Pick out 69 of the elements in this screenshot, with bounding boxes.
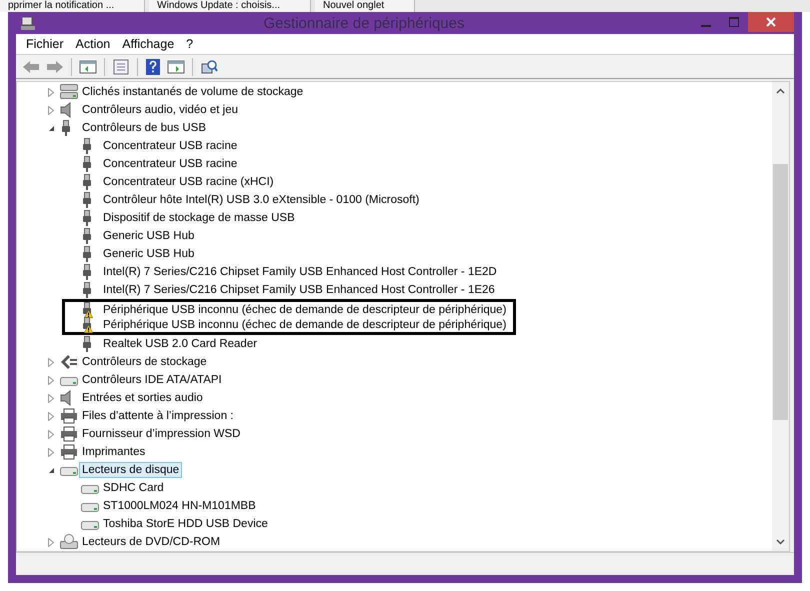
menu-item[interactable]: Affichage: [116, 37, 180, 51]
tree-item[interactable]: Contrôleurs IDE ATA/ATAPI: [79, 372, 225, 388]
device-item[interactable]: Concentrateur USB racine: [100, 156, 240, 172]
drive-icon: [60, 374, 78, 386]
printer-icon: [60, 408, 78, 424]
usb-plug-icon: [81, 336, 93, 352]
browser-tab[interactable]: Nouvel onglet: [315, 0, 416, 12]
menu-item[interactable]: Action: [70, 37, 116, 51]
usb-plug-icon: [81, 192, 93, 208]
device-item[interactable]: ST1000LM024 HN-M101MBB: [100, 498, 259, 514]
computer-icon: [20, 15, 36, 31]
device-item[interactable]: Périphérique USB inconnu (échec de demande de descripteur de périphérique): [100, 316, 510, 332]
device-item[interactable]: Generic USB Hub: [100, 228, 198, 244]
usb-plug-icon: [81, 264, 93, 280]
browser-tab[interactable]: pprimer la notification ...: [0, 0, 146, 12]
tree-item[interactable]: Contrôleurs audio, vidéo et jeu: [79, 102, 241, 118]
printer-icon: [60, 426, 78, 442]
help-icon[interactable]: [143, 56, 163, 76]
device-item[interactable]: Périphérique USB inconnu (échec de demande de descripteur de périphérique): [100, 302, 510, 318]
device-item[interactable]: Concentrateur USB racine (xHCI): [100, 174, 277, 190]
scrollbar-thumb[interactable]: [773, 164, 788, 420]
device-item[interactable]: Toshiba StorE HDD USB Device: [100, 516, 271, 532]
device-item[interactable]: Intel(R) 7 Series/C216 Chipset Family USB Enhanced Host Controller - 1E26: [100, 282, 498, 298]
tree-item[interactable]: Clichés instantanés de volume de stockage: [79, 84, 306, 100]
tree-item[interactable]: Lecteurs de disque: [79, 462, 182, 478]
scroll-down-icon[interactable]: [776, 539, 785, 545]
drive-icon: [81, 518, 99, 530]
usb-plug-icon: [60, 120, 72, 136]
warning-icon: [84, 310, 93, 318]
device-item[interactable]: Realtek USB 2.0 Card Reader: [100, 336, 260, 352]
drive-icon: [81, 500, 99, 512]
menu-item[interactable]: ?: [180, 37, 200, 51]
device-item[interactable]: Dispositif de stockage de masse USB: [100, 210, 298, 226]
scroll-up-icon[interactable]: [776, 88, 785, 94]
close-icon: [766, 17, 776, 27]
drive-icon: [81, 482, 99, 494]
device-item[interactable]: SDHC Card: [100, 480, 167, 496]
printer-icon: [60, 444, 78, 460]
device-item[interactable]: Contrôleur hôte Intel(R) USB 3.0 eXtensible - 0100 (Microsoft): [100, 192, 422, 208]
maximize-icon: [729, 17, 739, 27]
usb-plug-icon: [81, 210, 93, 226]
usb-plug-icon: [81, 282, 93, 298]
drive-stack-icon: [60, 84, 78, 100]
device-item[interactable]: Concentrateur USB racine: [100, 138, 240, 154]
usb-plug-icon: [81, 246, 93, 262]
speaker-icon: [60, 102, 72, 118]
usb-plug-icon: [81, 138, 93, 154]
warning-icon: [84, 324, 93, 332]
tree-item[interactable]: Contrôleurs de bus USB: [79, 120, 210, 136]
speaker-icon: [60, 390, 72, 406]
tree-item[interactable]: Entrées et sorties audio: [79, 390, 206, 406]
tree-item[interactable]: Contrôleurs de stockage: [79, 354, 210, 370]
device-item[interactable]: Intel(R) 7 Series/C216 Chipset Family USB Enhanced Host Controller - 1E2D: [100, 264, 500, 280]
window-title: Gestionnaire de périphériques: [262, 14, 466, 32]
browser-tab[interactable]: Windows Update : choisis...: [149, 0, 311, 12]
tree-item[interactable]: Fournisseur d’impression WSD: [79, 426, 244, 442]
chevron-icon: [60, 354, 78, 370]
device-item[interactable]: Generic USB Hub: [100, 246, 198, 262]
tree-item[interactable]: Lecteurs de DVD/CD-ROM: [79, 534, 224, 550]
drive-icon: [60, 464, 78, 476]
tree-item[interactable]: Files d’attente à l’impression :: [79, 408, 236, 424]
tree-item[interactable]: Imprimantes: [79, 444, 148, 460]
minimize-icon: [701, 25, 711, 27]
scrollbar[interactable]: [772, 82, 789, 551]
usb-plug-icon: [81, 228, 93, 244]
menu-item[interactable]: Fichier: [20, 37, 70, 51]
usb-plug-icon: [81, 174, 93, 190]
close-button[interactable]: [748, 12, 794, 32]
usb-plug-icon: [81, 156, 93, 172]
